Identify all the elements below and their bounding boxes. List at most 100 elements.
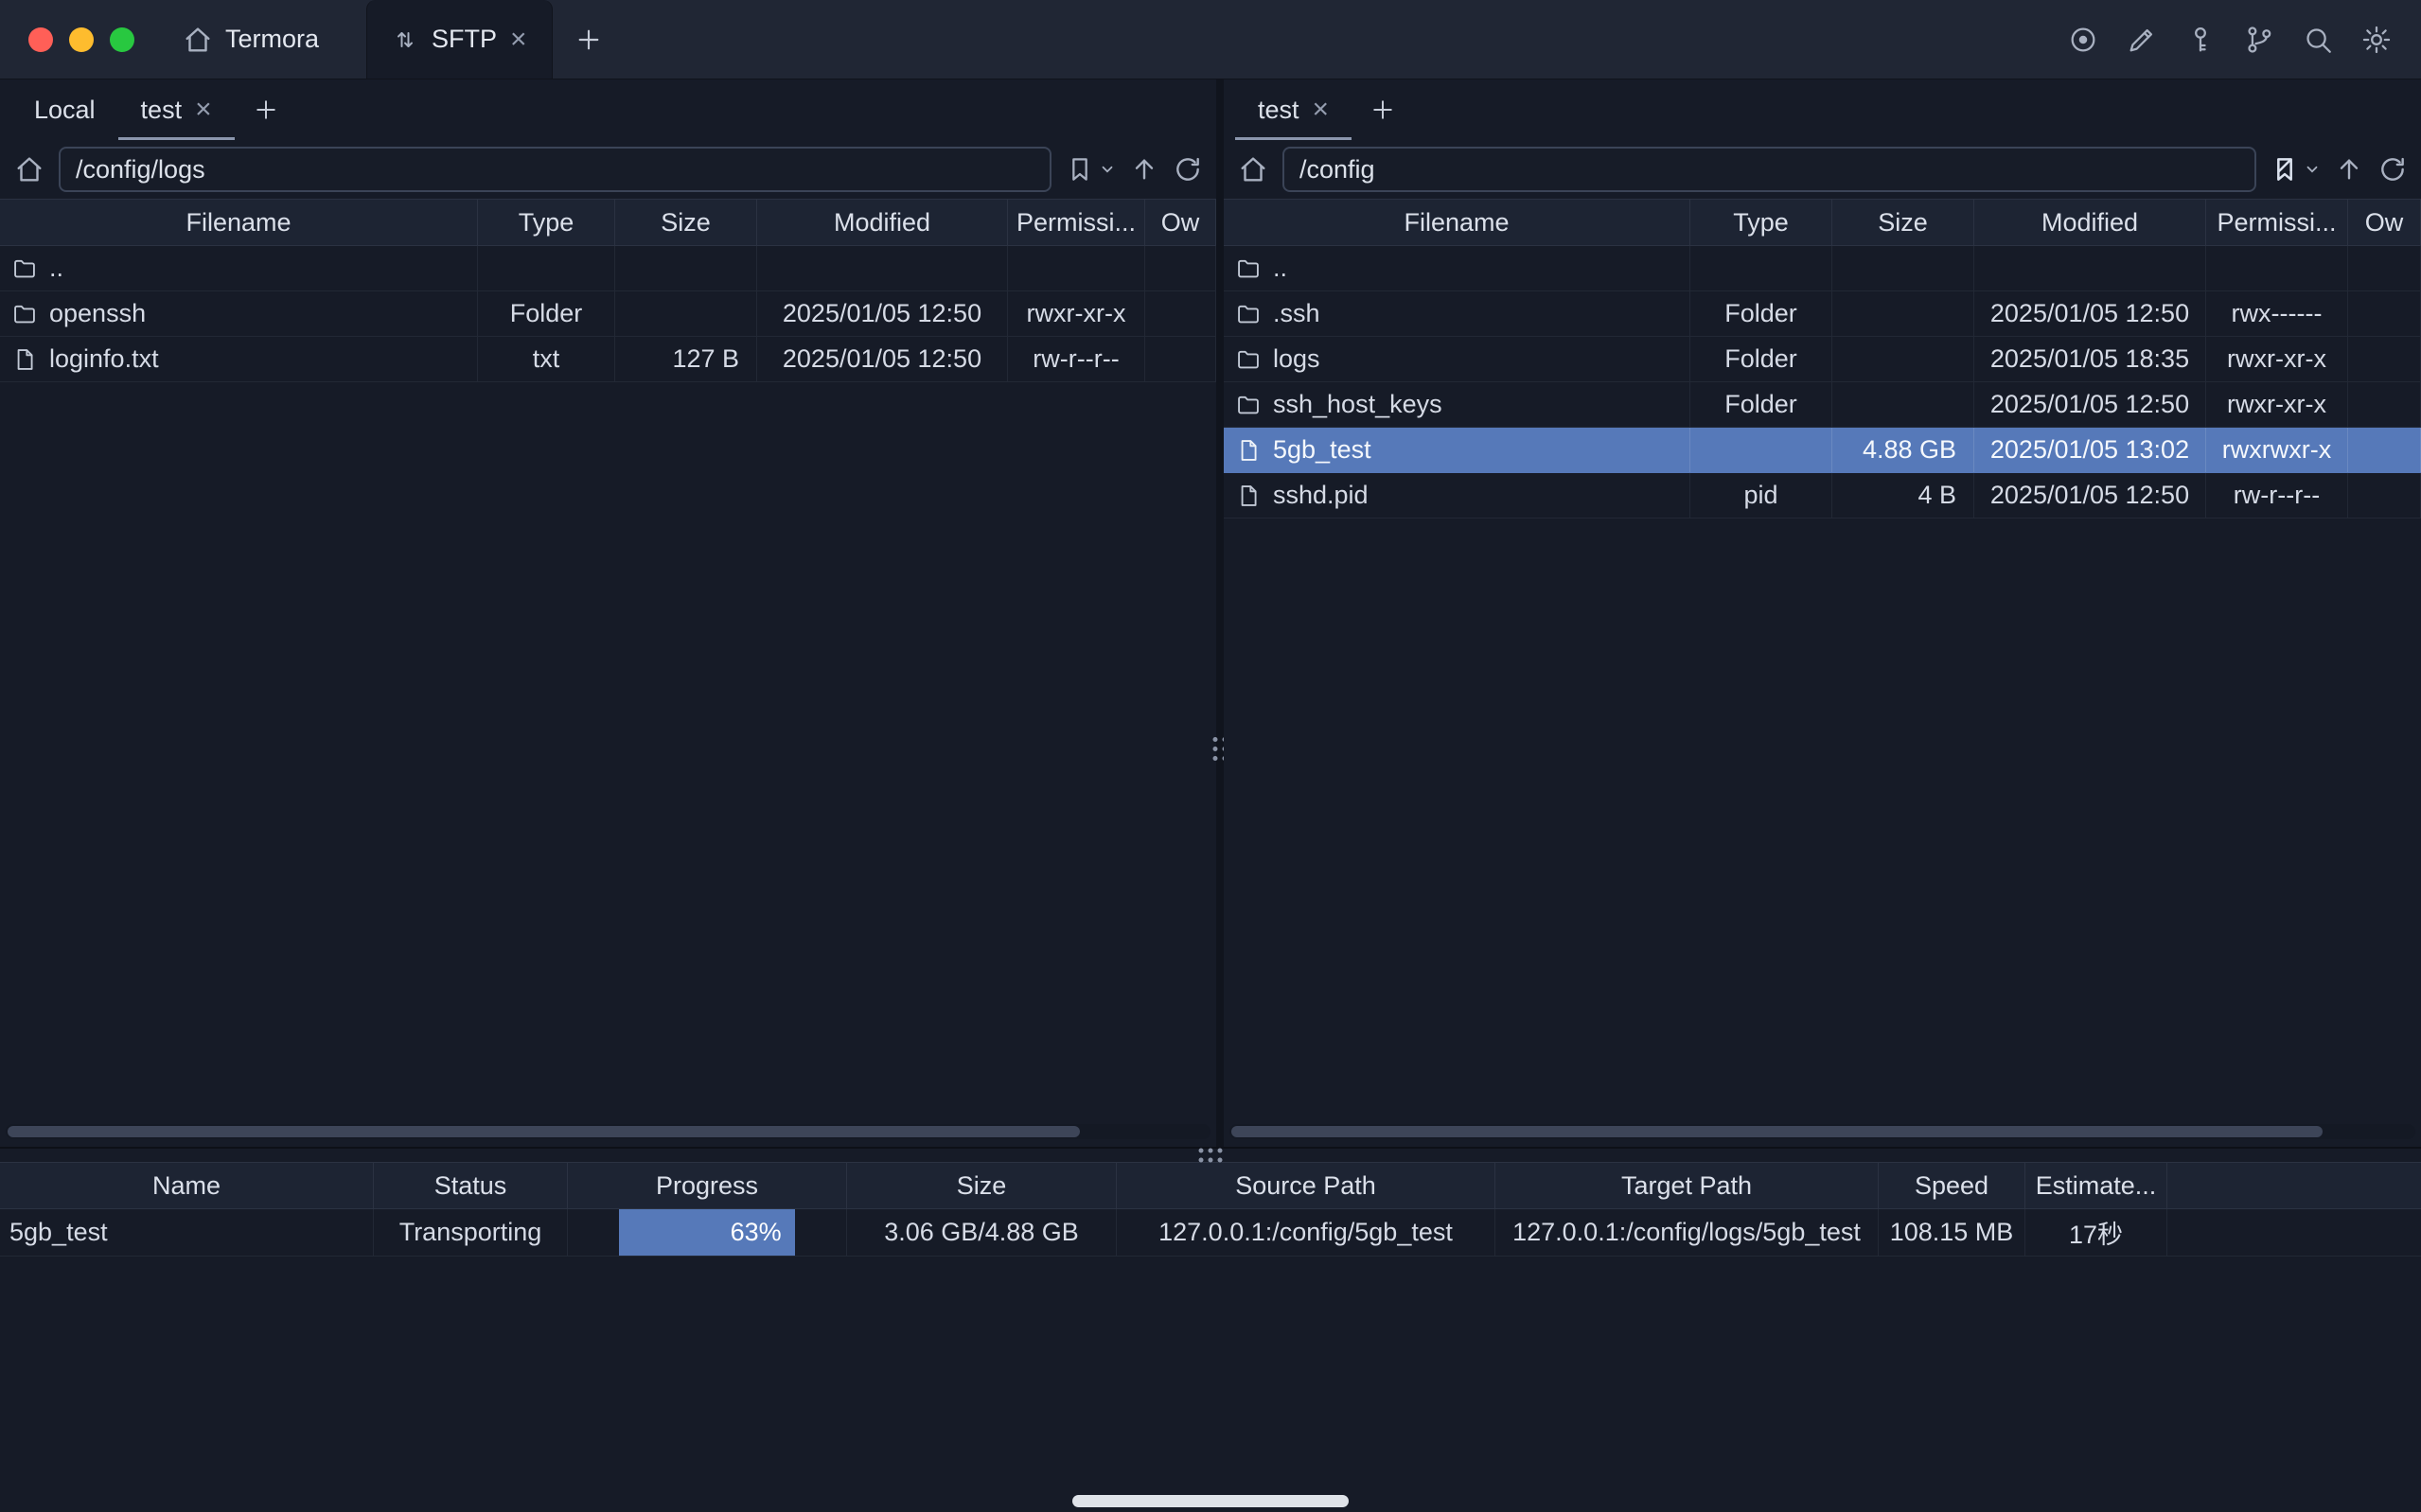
right-tab-test[interactable]: test × [1235, 79, 1352, 140]
left-new-tab-button[interactable] [235, 79, 297, 140]
right-path-input[interactable] [1282, 147, 2256, 192]
right-hscrollbar-thumb[interactable] [1231, 1126, 2323, 1137]
transfer-column-name[interactable]: Name [0, 1163, 374, 1208]
right-home-icon[interactable] [1237, 153, 1269, 185]
file-row-ssh_host_keys[interactable]: ssh_host_keysFolder2025/01/05 12:50rwxr-… [1224, 382, 2421, 428]
column-header-owner[interactable]: Ow [2348, 200, 2421, 245]
tab-close-icon[interactable]: × [510, 26, 527, 54]
file-owner-cell [1145, 337, 1216, 381]
left-bookmark-icon[interactable] [1065, 154, 1095, 185]
transfer-column-progress[interactable]: Progress [568, 1163, 847, 1208]
column-header-owner[interactable]: Ow [1145, 200, 1216, 245]
file-size-cell: 127 B [615, 337, 757, 381]
file-row-openssh[interactable]: opensshFolder2025/01/05 12:50rwxr-xr-x [0, 291, 1216, 337]
right-tab-close-icon[interactable]: × [1313, 96, 1330, 124]
transfer-column-target-path[interactable]: Target Path [1495, 1163, 1879, 1208]
left-pathbar [0, 140, 1216, 199]
transfer-column-source-path[interactable]: Source Path [1117, 1163, 1495, 1208]
file-name-label: .ssh [1273, 299, 1320, 328]
column-header-modified[interactable]: Modified [1974, 200, 2206, 245]
file-owner-cell [2348, 291, 2421, 336]
file-row-logs[interactable]: logsFolder2025/01/05 18:35rwxr-xr-x [1224, 337, 2421, 382]
column-header-permissions[interactable]: Permissi... [2206, 200, 2348, 245]
left-tab-local[interactable]: Local [11, 79, 118, 140]
file-name-cell: openssh [0, 291, 478, 336]
file-row-loginfo.txt[interactable]: loginfo.txttxt127 B2025/01/05 12:50rw-r-… [0, 337, 1216, 382]
left-path-input[interactable] [59, 147, 1051, 192]
file-row-.ssh[interactable]: .sshFolder2025/01/05 12:50rwx------ [1224, 291, 2421, 337]
file-modified-cell [1974, 246, 2206, 290]
transfer-splitter[interactable] [0, 1147, 2421, 1162]
settings-gear-icon[interactable] [2360, 24, 2393, 56]
left-hscrollbar [6, 1124, 1210, 1139]
traffic-lights [0, 0, 163, 79]
column-header-size[interactable]: Size [615, 200, 757, 245]
transfer-column-estimate[interactable]: Estimate... [2025, 1163, 2167, 1208]
tab-sftp[interactable]: SFTP × [366, 0, 553, 79]
pane-splitter[interactable] [1216, 79, 1224, 1147]
left-refresh-icon[interactable] [1173, 154, 1203, 185]
key-icon[interactable] [2184, 24, 2217, 56]
right-parent-dir-icon[interactable] [2334, 154, 2364, 185]
folder-icon [11, 255, 38, 282]
left-hscrollbar-thumb[interactable] [8, 1126, 1080, 1137]
transfer-row-filler [2167, 1209, 2421, 1256]
new-tab-button[interactable] [574, 0, 604, 79]
transfer-column-status[interactable]: Status [374, 1163, 568, 1208]
file-name-cell: .ssh [1224, 291, 1690, 336]
file-row-5gb_test[interactable]: 5gb_test4.88 GB2025/01/05 13:02rwxrwxr-x [1224, 428, 2421, 473]
file-type-cell [478, 246, 615, 290]
right-bookmark-dropdown-icon[interactable] [2304, 161, 2321, 178]
record-icon[interactable] [2067, 24, 2099, 56]
app-home-tab[interactable]: Termora [182, 0, 319, 79]
file-name-cell: .. [0, 246, 478, 290]
zoom-window-button[interactable] [110, 27, 134, 52]
file-permissions-cell [1008, 246, 1145, 290]
file-type-cell: Folder [1690, 382, 1832, 427]
left-home-icon[interactable] [13, 153, 45, 185]
minimize-window-button[interactable] [69, 27, 94, 52]
column-header-filename[interactable]: Filename [0, 200, 478, 245]
column-header-permissions[interactable]: Permissi... [1008, 200, 1145, 245]
close-window-button[interactable] [28, 27, 53, 52]
file-name-label: loginfo.txt [49, 344, 159, 374]
right-bookmark-icon[interactable] [2270, 154, 2300, 185]
left-tab-test[interactable]: test × [118, 79, 235, 140]
branch-icon[interactable] [2243, 24, 2275, 56]
left-bookmark-dropdown-icon[interactable] [1099, 161, 1116, 178]
transfer-column-speed[interactable]: Speed [1879, 1163, 2025, 1208]
column-header-type[interactable]: Type [478, 200, 615, 245]
file-row-sshd.pid[interactable]: sshd.pidpid4 B2025/01/05 12:50rw-r--r-- [1224, 473, 2421, 519]
right-file-header: Filename Type Size Modified Permissi... … [1224, 199, 2421, 246]
file-row-..[interactable]: .. [1224, 246, 2421, 291]
file-row-..[interactable]: .. [0, 246, 1216, 291]
right-new-tab-button[interactable] [1352, 79, 1414, 140]
transfer-column-size[interactable]: Size [847, 1163, 1117, 1208]
column-header-filename[interactable]: Filename [1224, 200, 1690, 245]
edit-icon[interactable] [2126, 24, 2158, 56]
file-type-cell: Folder [1690, 337, 1832, 381]
left-file-list: ..opensshFolder2025/01/05 12:50rwxr-xr-x… [0, 246, 1216, 1147]
file-size-cell [615, 246, 757, 290]
transfer-status-cell: Transporting [374, 1209, 568, 1256]
file-owner-cell [2348, 473, 2421, 518]
transfer-progress-cell: 63% [568, 1209, 847, 1256]
file-size-cell [1832, 382, 1974, 427]
right-refresh-icon[interactable] [2377, 154, 2408, 185]
right-tab-test-label: test [1258, 96, 1299, 125]
column-header-modified[interactable]: Modified [757, 200, 1008, 245]
transfer-estimate-cell: 17秒 [2025, 1209, 2167, 1256]
folder-icon [1235, 346, 1262, 373]
search-icon[interactable] [2302, 24, 2334, 56]
column-header-type[interactable]: Type [1690, 200, 1832, 245]
file-permissions-cell: rw-r--r-- [1008, 337, 1145, 381]
left-parent-dir-icon[interactable] [1129, 154, 1159, 185]
transfer-row[interactable]: 5gb_test Transporting 63% 3.06 GB/4.88 G… [0, 1209, 2421, 1257]
file-icon [1235, 437, 1262, 464]
file-modified-cell: 2025/01/05 12:50 [1974, 473, 2206, 518]
left-tab-close-icon[interactable]: × [195, 96, 212, 124]
column-header-size[interactable]: Size [1832, 200, 1974, 245]
file-permissions-cell: rwxr-xr-x [2206, 382, 2348, 427]
file-size-cell [1832, 246, 1974, 290]
file-permissions-cell: rwx------ [2206, 291, 2348, 336]
